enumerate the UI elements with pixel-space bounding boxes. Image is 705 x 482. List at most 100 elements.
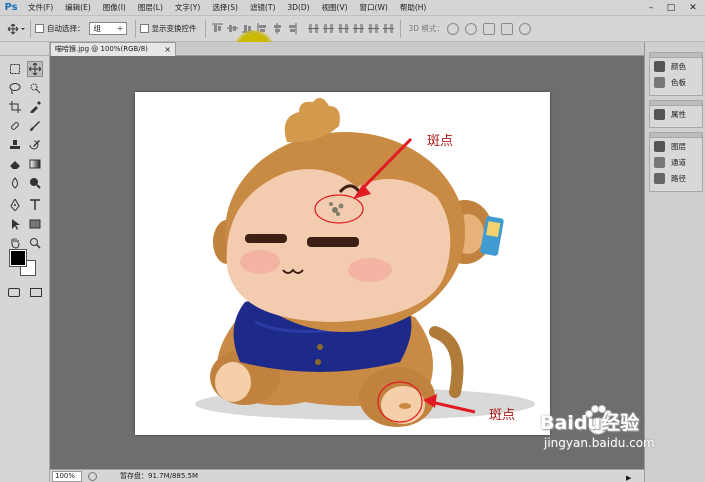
menu-item-0[interactable]: 文件(F) xyxy=(22,0,59,16)
watermark-url: jingyan.baidu.com xyxy=(544,436,655,450)
auto-select-dropdown[interactable]: 组 xyxy=(88,22,127,35)
eyedropper-tool-icon[interactable] xyxy=(27,99,43,115)
menu-item-9[interactable]: 窗口(W) xyxy=(354,0,394,16)
color-panel-group: 颜色 色板 xyxy=(649,52,703,96)
distribute-bottom-icon[interactable] xyxy=(337,23,349,34)
panel-item-swatches-grid[interactable]: 色板 xyxy=(650,74,702,90)
eraser-tool-icon[interactable] xyxy=(7,156,23,172)
blur-tool-icon[interactable] xyxy=(7,175,23,191)
type-tool-icon[interactable] xyxy=(27,197,43,213)
3d-scale-icon[interactable] xyxy=(518,22,531,35)
healing-brush-tool-icon[interactable] xyxy=(7,118,23,134)
panel-item-properties[interactable]: 属性 xyxy=(650,106,702,122)
panel-item-color-swatch[interactable]: 颜色 xyxy=(650,58,702,74)
app-logo: Ps xyxy=(4,1,18,13)
separator xyxy=(399,19,401,38)
minimize-button[interactable]: – xyxy=(642,0,660,16)
properties-panel-group: 属性 xyxy=(649,100,703,128)
document-tab[interactable]: 喵哈猴.jpg @ 100%(RGB/8) × xyxy=(50,42,176,56)
move-tool-icon[interactable] xyxy=(27,61,43,77)
3d-rotate-icon[interactable] xyxy=(446,22,459,35)
distribute-top-icon[interactable] xyxy=(307,23,319,34)
distribute-right-icon[interactable] xyxy=(382,23,394,34)
zoom-field[interactable]: 100% xyxy=(52,471,82,482)
menu-item-1[interactable]: 编辑(E) xyxy=(59,0,97,16)
swatches-grid-icon xyxy=(654,76,665,88)
lasso-tool-icon[interactable] xyxy=(7,80,23,96)
layers-icon xyxy=(654,140,665,152)
show-transform-checkbox[interactable] xyxy=(139,24,149,33)
screen-mode-icon[interactable] xyxy=(30,288,42,297)
foreground-color-swatch[interactable] xyxy=(9,249,27,267)
status-info-icon[interactable] xyxy=(88,472,97,481)
status-bar: 100% 暂存盘：91.7M/885.5M ▶ xyxy=(50,469,644,482)
align-vcenter-icon[interactable] xyxy=(226,23,238,34)
close-button[interactable]: ✕ xyxy=(684,0,702,16)
gradient-tool-icon[interactable] xyxy=(27,156,43,172)
align-top-icon[interactable] xyxy=(211,23,223,34)
separator xyxy=(30,19,31,38)
menu-bar: Ps 文件(F) 编辑(E) 图像(I) 图层(L) 文字(Y) 选择(S) 滤镜(T) 3D… xyxy=(0,0,705,16)
separator xyxy=(204,19,206,38)
channels-icon xyxy=(654,156,665,168)
scratch-disk-info: 暂存盘：91.7M/885.5M xyxy=(120,472,199,480)
panel-item-label: 属性 xyxy=(671,109,686,119)
distribute-hcenter-icon[interactable] xyxy=(367,23,379,34)
auto-select-label: 自动选择： xyxy=(47,24,85,33)
menu-item-3[interactable]: 图层(L) xyxy=(132,0,169,16)
restore-button[interactable]: □ xyxy=(662,0,680,16)
document-canvas[interactable]: 斑点 斑点 xyxy=(135,92,550,435)
menu-item-6[interactable]: 滤镜(T) xyxy=(244,0,281,16)
panel-item-layers[interactable]: 图层 xyxy=(650,138,702,154)
separator xyxy=(134,19,136,38)
panel-item-label: 色板 xyxy=(671,77,686,87)
close-tab-icon[interactable]: × xyxy=(164,43,171,56)
path-select-tool-icon[interactable] xyxy=(7,216,23,232)
annotation-spot-label-bottom: 斑点 xyxy=(489,408,516,423)
show-transform-label: 显示变换控件 xyxy=(151,24,197,33)
menu-item-4[interactable]: 文字(Y) xyxy=(169,0,206,16)
scroll-right-arrow-icon[interactable]: ▶ xyxy=(626,472,631,482)
panel-item-label: 颜色 xyxy=(671,61,686,71)
distribute-vcenter-icon[interactable] xyxy=(322,23,334,34)
hand-tool-icon[interactable] xyxy=(7,235,23,251)
distribute-left-icon[interactable] xyxy=(352,23,364,34)
brush-tool-icon[interactable] xyxy=(27,118,43,134)
dodge-tool-icon[interactable] xyxy=(27,175,43,191)
layers-panel-group: 图层 通道 路径 xyxy=(649,132,703,192)
marquee-tool-icon[interactable] xyxy=(7,61,23,77)
panel-item-channels[interactable]: 通道 xyxy=(650,154,702,170)
history-brush-tool-icon[interactable] xyxy=(27,137,43,153)
align-right-icon[interactable] xyxy=(287,23,298,34)
menu-item-8[interactable]: 视图(V) xyxy=(316,0,354,16)
crop-tool-icon[interactable] xyxy=(7,99,23,115)
menu-item-2[interactable]: 图像(I) xyxy=(97,0,132,16)
align-hcenter-icon[interactable] xyxy=(272,23,283,34)
watermark-brand: Baidu经验 xyxy=(540,412,639,434)
quick-mask-icon[interactable] xyxy=(8,288,20,297)
menu-item-7[interactable]: 3D(D) xyxy=(281,0,315,16)
menu-item-5[interactable]: 选择(S) xyxy=(206,0,244,16)
quick-select-tool-icon[interactable] xyxy=(27,80,43,96)
baidu-watermark: Baidu经验 jingyan.baidu.com xyxy=(540,405,655,450)
color-swatch-icon xyxy=(654,60,665,72)
3d-drag-icon[interactable] xyxy=(482,22,495,35)
panel-item-paths[interactable]: 路径 xyxy=(650,170,702,186)
3d-roll-icon[interactable] xyxy=(464,22,477,35)
pen-tool-icon[interactable] xyxy=(7,197,23,213)
move-tool-preset-icon[interactable] xyxy=(6,23,26,35)
auto-select-checkbox[interactable] xyxy=(35,24,44,33)
rectangle-tool-icon[interactable] xyxy=(27,216,43,232)
menu-item-10[interactable]: 帮助(H) xyxy=(394,0,433,16)
properties-icon xyxy=(654,108,665,120)
document-tab-title: 喵哈猴.jpg @ 100%(RGB/8) xyxy=(55,45,148,53)
3d-slide-icon[interactable] xyxy=(500,22,513,35)
zoom-tool-icon[interactable] xyxy=(27,235,43,251)
annotation-spot-label-top: 斑点 xyxy=(427,134,454,149)
panel-item-label: 通道 xyxy=(671,157,686,167)
tools-panel-grip[interactable] xyxy=(0,42,49,56)
clone-stamp-tool-icon[interactable] xyxy=(7,137,23,153)
monkey-plush-image xyxy=(195,97,535,427)
paths-icon xyxy=(654,172,665,184)
panel-item-label: 路径 xyxy=(671,173,686,183)
